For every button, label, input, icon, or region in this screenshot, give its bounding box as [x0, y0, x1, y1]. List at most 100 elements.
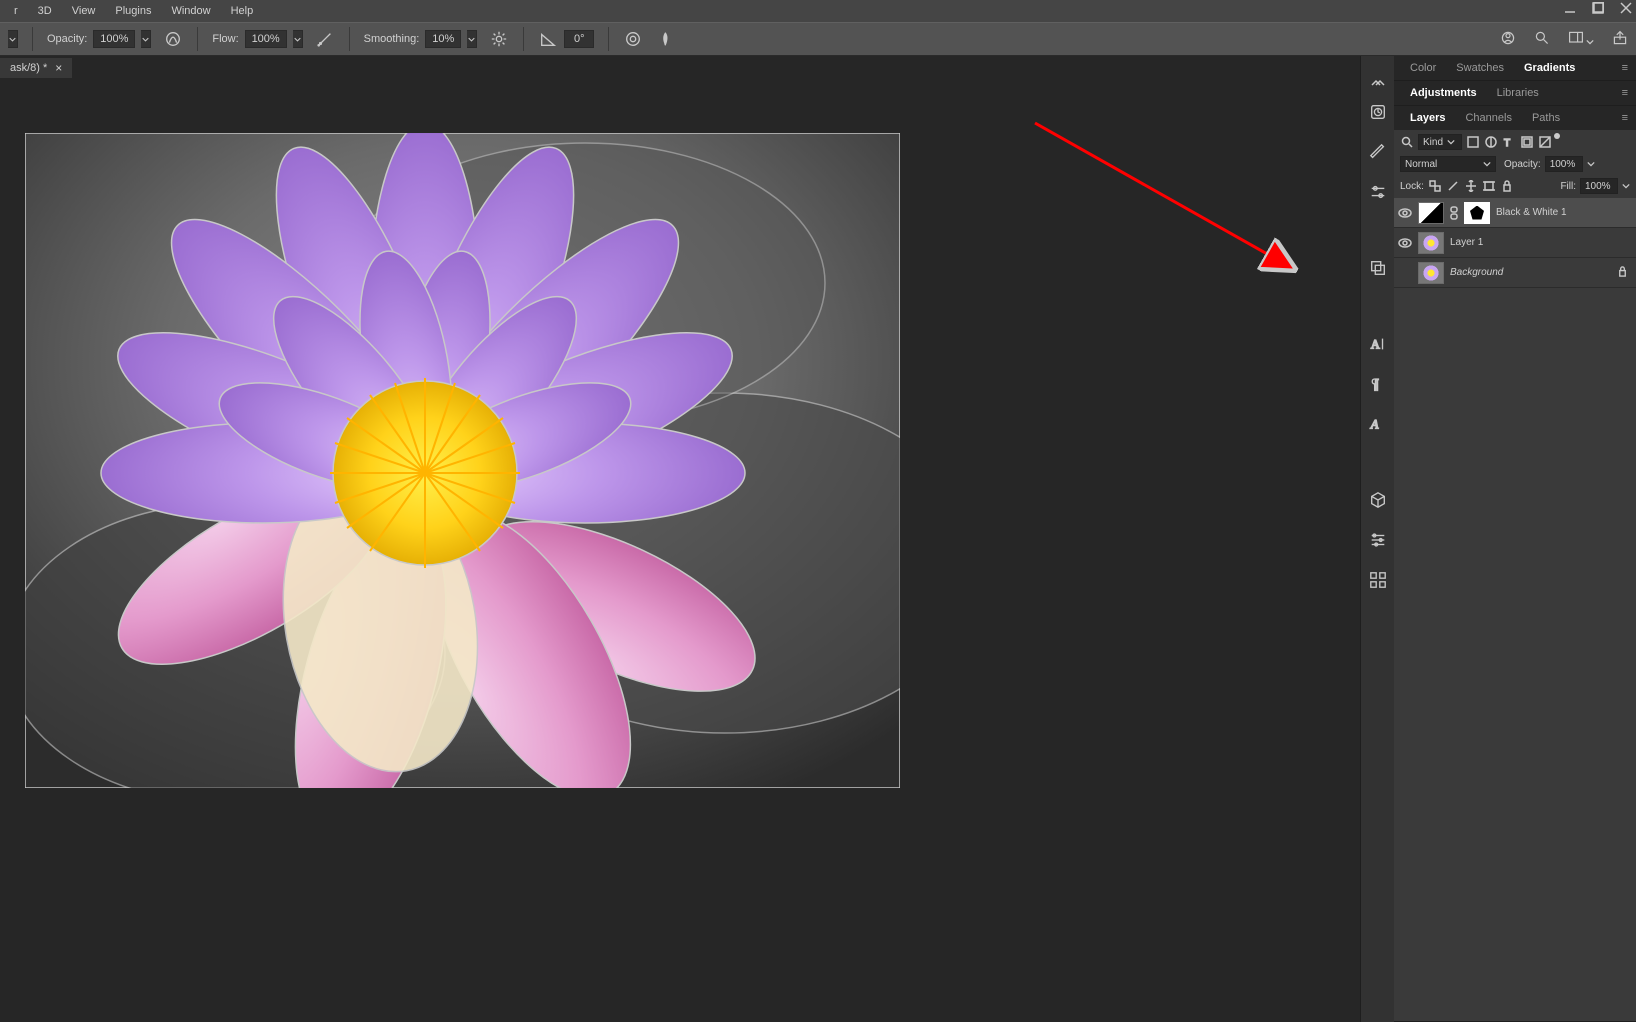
pressure-size-icon[interactable]: [623, 29, 643, 49]
maximize-icon[interactable]: [1592, 2, 1604, 17]
canvas-area[interactable]: [0, 78, 1360, 1022]
pressure-opacity-icon[interactable]: [163, 29, 183, 49]
navigator-panel-icon[interactable]: [1368, 570, 1388, 590]
panel-menu-icon[interactable]: ≡: [1622, 62, 1636, 74]
visibility-icon[interactable]: [1398, 206, 1412, 220]
tab-gradients[interactable]: Gradients: [1514, 58, 1585, 78]
smoothing-gear-icon[interactable]: [489, 29, 509, 49]
filter-search-icon[interactable]: [1400, 135, 1414, 149]
tab-adjustments[interactable]: Adjustments: [1400, 83, 1487, 103]
layer-controls: Kind T Normal Opacity: 100% Lock:: [1394, 130, 1636, 198]
glyphs-panel-icon[interactable]: A: [1368, 414, 1388, 434]
menu-bar: r 3D View Plugins Window Help: [0, 0, 1636, 22]
lock-icon[interactable]: [1617, 266, 1632, 280]
airbrush-icon[interactable]: [315, 29, 335, 49]
search-icon[interactable]: [1534, 30, 1550, 49]
opacity-label: Opacity:: [47, 33, 87, 45]
filter-toggle-icon[interactable]: [1554, 133, 1560, 139]
filter-pixel-icon[interactable]: [1466, 135, 1480, 149]
tab-paths[interactable]: Paths: [1522, 108, 1570, 128]
visibility-icon[interactable]: [1398, 266, 1412, 280]
tab-channels[interactable]: Channels: [1455, 108, 1521, 128]
filter-smart-icon[interactable]: [1538, 135, 1552, 149]
brush-preset-dropdown[interactable]: [8, 30, 18, 48]
document-tab[interactable]: ask/8) * ×: [0, 58, 72, 78]
symmetry-icon[interactable]: [655, 29, 675, 49]
flow-dropdown[interactable]: [293, 30, 303, 48]
layer-opacity-dropdown[interactable]: [1587, 160, 1595, 168]
fill-field[interactable]: 100%: [1580, 178, 1618, 194]
layer-thumb[interactable]: [1418, 262, 1444, 284]
layer-thumb[interactable]: [1418, 232, 1444, 254]
lock-all-icon[interactable]: [1500, 179, 1514, 193]
panel-menu-icon[interactable]: ≡: [1622, 112, 1636, 124]
3d-panel-icon[interactable]: [1368, 490, 1388, 510]
filter-shape-icon[interactable]: [1520, 135, 1534, 149]
clone-source-panel-icon[interactable]: [1368, 258, 1388, 278]
flow-label: Flow:: [212, 33, 238, 45]
brush-settings-panel-icon[interactable]: [1368, 182, 1388, 202]
layer-opacity-field[interactable]: 100%: [1545, 156, 1583, 172]
layer-name[interactable]: Background: [1450, 267, 1503, 278]
brushes-panel-icon[interactable]: [1368, 142, 1388, 162]
options-bar: Opacity: 100% Flow: 100% Smoothing: 10% …: [0, 22, 1636, 56]
adjustment-thumb[interactable]: [1418, 202, 1444, 224]
tab-color[interactable]: Color: [1400, 58, 1446, 78]
canvas-image: [25, 133, 900, 788]
panel-column: Color Swatches Gradients ≡ Adjustments L…: [1394, 56, 1636, 1022]
smoothing-dropdown[interactable]: [467, 30, 477, 48]
layer-name[interactable]: Black & White 1: [1496, 207, 1567, 218]
close-document-icon[interactable]: ×: [55, 61, 62, 75]
menu-window[interactable]: Window: [163, 3, 218, 19]
adjustments-panel-group: Adjustments Libraries ≡: [1394, 81, 1636, 106]
tab-swatches[interactable]: Swatches: [1446, 58, 1514, 78]
visibility-icon[interactable]: [1398, 236, 1412, 250]
filter-adjustment-icon[interactable]: [1484, 135, 1498, 149]
lock-label: Lock:: [1400, 181, 1424, 192]
minimize-icon[interactable]: [1564, 2, 1576, 17]
workspace-icon[interactable]: [1568, 30, 1594, 49]
smoothing-label: Smoothing:: [364, 33, 420, 45]
character-panel-icon[interactable]: A: [1368, 334, 1388, 354]
cloud-docs-icon[interactable]: [1500, 30, 1516, 49]
lock-position-icon[interactable]: [1464, 179, 1478, 193]
angle-icon[interactable]: [538, 29, 558, 49]
menu-view[interactable]: View: [64, 3, 104, 19]
filter-type-icon[interactable]: T: [1502, 135, 1516, 149]
layer-filter-kind[interactable]: Kind: [1418, 134, 1462, 150]
panel-menu-icon[interactable]: ≡: [1622, 87, 1636, 99]
menu-3d[interactable]: 3D: [30, 3, 60, 19]
lock-transparency-icon[interactable]: [1428, 179, 1442, 193]
angle-field[interactable]: 0°: [564, 30, 594, 48]
opacity-dropdown[interactable]: [141, 30, 151, 48]
opacity-field[interactable]: 100%: [93, 30, 135, 48]
layer-name[interactable]: Layer 1: [1450, 237, 1483, 248]
lock-pixels-icon[interactable]: [1446, 179, 1460, 193]
collapse-panels-icon[interactable]: [1371, 74, 1385, 82]
mask-thumb[interactable]: [1464, 202, 1490, 224]
share-icon[interactable]: [1612, 30, 1628, 49]
flow-field[interactable]: 100%: [245, 30, 287, 48]
svg-text:¶: ¶: [1371, 377, 1378, 392]
fill-dropdown[interactable]: [1622, 182, 1630, 190]
layer-row-bw[interactable]: Black & White 1: [1394, 198, 1636, 228]
paragraph-panel-icon[interactable]: ¶: [1368, 374, 1388, 394]
menu-cutoff[interactable]: r: [6, 3, 26, 19]
layer-row-layer1[interactable]: Layer 1: [1394, 228, 1636, 258]
layer-list: Black & White 1 Layer 1 Background: [1394, 198, 1636, 1021]
tab-libraries[interactable]: Libraries: [1487, 83, 1549, 103]
collapsed-panel-strip: A ¶ A: [1360, 56, 1394, 1022]
lock-artboard-icon[interactable]: [1482, 179, 1496, 193]
history-panel-icon[interactable]: [1368, 102, 1388, 122]
menu-help[interactable]: Help: [223, 3, 262, 19]
close-icon[interactable]: [1620, 2, 1632, 17]
menu-plugins[interactable]: Plugins: [107, 3, 159, 19]
document-tab-title: ask/8) *: [10, 62, 47, 74]
tab-layers[interactable]: Layers: [1400, 108, 1455, 128]
fill-label: Fill:: [1560, 181, 1576, 192]
smoothing-field[interactable]: 10%: [425, 30, 461, 48]
blend-mode-dropdown[interactable]: Normal: [1400, 156, 1496, 172]
properties-panel-icon[interactable]: [1368, 530, 1388, 550]
link-mask-icon[interactable]: [1450, 206, 1458, 220]
layer-row-background[interactable]: Background: [1394, 258, 1636, 288]
